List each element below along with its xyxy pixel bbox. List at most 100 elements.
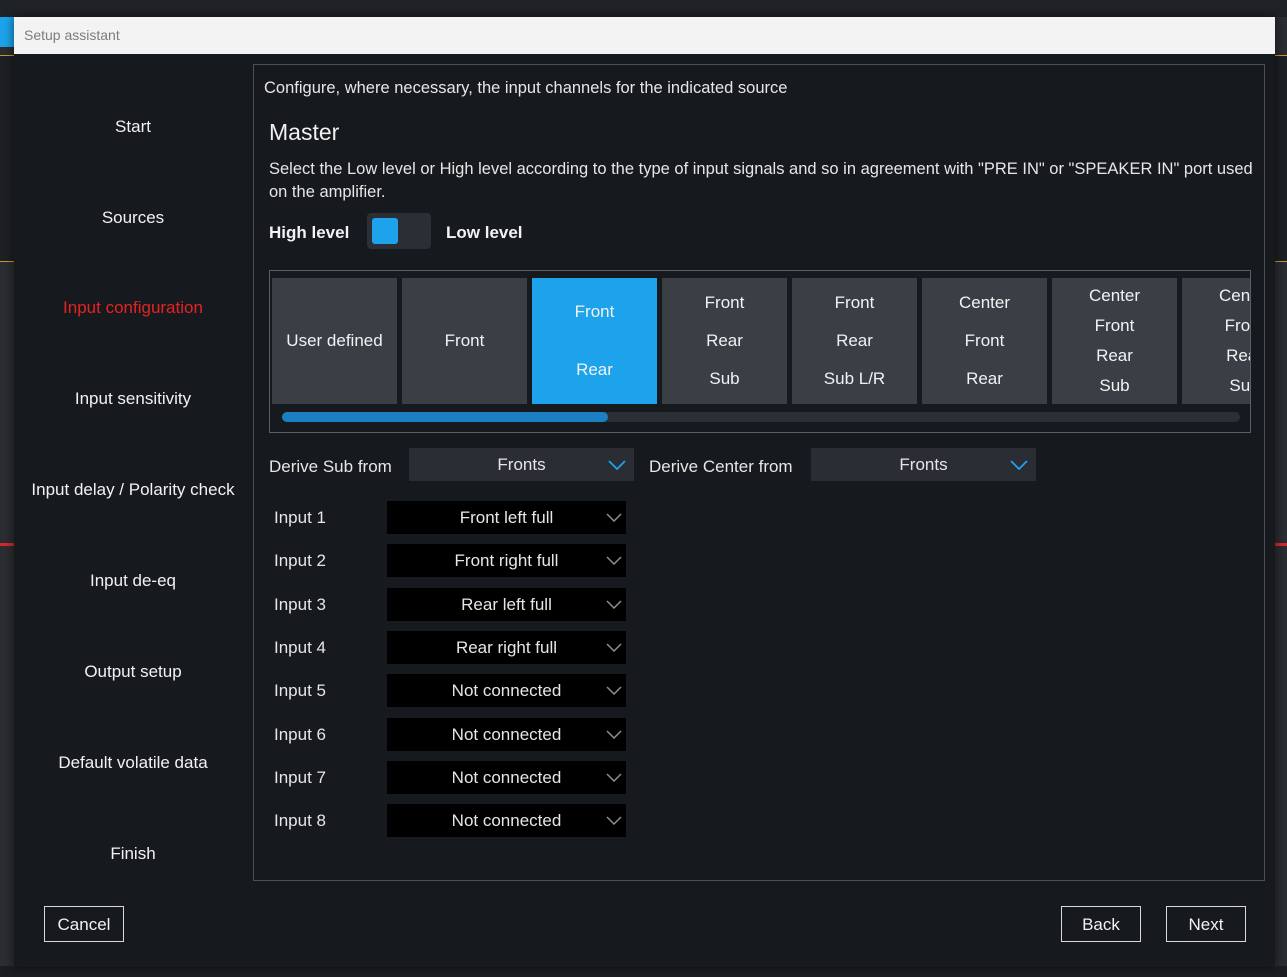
chevron-down-icon (608, 459, 626, 470)
step-input-sensitivity[interactable]: Input sensitivity (14, 389, 252, 409)
preset-option-line: Sub (1099, 376, 1130, 395)
input-channel-value: Not connected (451, 681, 562, 701)
background-right-panel (1275, 55, 1287, 262)
chevron-down-icon (606, 816, 622, 826)
step-finish[interactable]: Finish (14, 844, 252, 864)
toggle-knob (372, 218, 398, 244)
chevron-down-icon (606, 513, 622, 522)
level-toggle[interactable] (367, 213, 431, 249)
preset-option-line: Rear (706, 331, 743, 350)
preset-option-line: Front (1094, 316, 1135, 335)
preset-option-line: Rear (576, 360, 613, 379)
preset-option[interactable]: Center Front Rear Sub (1052, 278, 1177, 404)
input-channel-select[interactable]: Front right full (387, 544, 626, 578)
dialog-title: Setup assistant (14, 17, 1275, 54)
preset-option-line: Front (1224, 316, 1251, 335)
input-channel-select[interactable]: Not connected (387, 717, 626, 751)
back-button[interactable]: Back (1061, 906, 1141, 942)
preset-option[interactable]: Center Front Rear Sub (1182, 278, 1251, 404)
preset-option-line: Center (958, 293, 1011, 312)
level-description: Select the Low level or High level accor… (269, 160, 1253, 201)
input-channel-select[interactable]: Front left full (387, 501, 626, 534)
preset-option[interactable]: Front (402, 278, 527, 404)
background-bottom-strip (0, 966, 1287, 977)
step-input-configuration[interactable]: Input configuration (14, 298, 252, 318)
background-left-panel (0, 55, 14, 262)
high-level-label: High level (269, 223, 350, 242)
preset-option-line: Front (704, 293, 745, 312)
input-channel-value: Front left full (459, 508, 554, 527)
next-button[interactable]: Next (1166, 906, 1246, 942)
cancel-button[interactable]: Cancel (44, 906, 124, 942)
derive-center-label: Derive Center from (649, 457, 793, 476)
background-red-line (0, 543, 14, 546)
input-channel-select[interactable]: Not connected (387, 804, 626, 838)
preset-option-line: Center (1218, 286, 1251, 305)
input-channel-value: Rear left full (461, 594, 552, 614)
preset-option[interactable]: Front Rear Sub (662, 278, 787, 404)
preset-option-line: User defined (286, 331, 383, 350)
preset-option-line: Front (964, 331, 1005, 350)
step-sources[interactable]: Sources (14, 208, 252, 228)
step-default-volatile-data[interactable]: Default volatile data (14, 753, 252, 773)
chevron-down-icon (606, 643, 622, 652)
preset-option[interactable]: Front Rear (532, 278, 657, 404)
input-label: Input 1 (274, 508, 326, 527)
background-red-line (1275, 543, 1287, 546)
preset-option-line: Front (834, 293, 875, 312)
step-input-delay-polarity[interactable]: Input delay / Polarity check (14, 480, 252, 500)
chevron-down-icon (606, 729, 622, 739)
preset-row: User defined Front Front Rear Front Rear Sub Fr… (272, 278, 1251, 404)
preset-option-line: Rear (836, 331, 873, 350)
preset-option-line: Sub (709, 369, 740, 388)
step-input-de-eq[interactable]: Input de-eq (14, 571, 252, 591)
input-channel-value: Not connected (451, 724, 562, 744)
low-level-label: Low level (446, 223, 523, 242)
chevron-down-icon (606, 556, 622, 566)
preset-option[interactable]: User defined (272, 278, 397, 404)
preset-option-line: Sub (1229, 376, 1251, 395)
input-channel-value: Front right full (454, 551, 559, 571)
preset-option-line: Center (1088, 286, 1141, 305)
derive-sub-select[interactable]: Fronts (409, 448, 634, 481)
preset-scrollbar-thumb[interactable] (282, 412, 608, 422)
input-label: Input 5 (274, 681, 326, 701)
input-configuration-panel: Configure, where necessary, the input ch… (253, 64, 1265, 881)
input-channel-select[interactable]: Rear left full (387, 587, 626, 621)
chevron-down-icon (606, 686, 622, 696)
chevron-down-icon (606, 773, 622, 782)
preset-option-line: Front (444, 331, 485, 350)
preset-option-line: Rear (1226, 346, 1250, 365)
step-output-setup[interactable]: Output setup (14, 662, 252, 682)
input-channel-value: Rear right full (455, 637, 558, 657)
chevron-down-icon (606, 600, 622, 609)
input-label: Input 4 (274, 637, 326, 657)
channel-preset-selector: User defined Front Front Rear Front Rear Sub Fr… (269, 270, 1251, 433)
input-channel-select[interactable]: Not connected (387, 674, 626, 708)
setup-assistant-dialog: Setup assistant Start Sources Input conf… (14, 17, 1275, 967)
derive-center-value: Fronts (899, 455, 948, 474)
source-title: Master (269, 119, 340, 145)
background-accent-tab (0, 17, 14, 47)
preset-option-line: Rear (966, 369, 1003, 388)
input-label: Input 7 (274, 767, 326, 787)
input-label: Input 6 (274, 724, 326, 744)
input-label: Input 8 (274, 811, 326, 831)
preset-option-line: Rear (1096, 346, 1133, 365)
input-channel-value: Not connected (451, 811, 562, 831)
preset-scrollbar[interactable] (282, 412, 1240, 422)
derive-sub-label: Derive Sub from (269, 457, 392, 476)
preset-option-line: Front (574, 302, 615, 321)
input-channel-select[interactable]: Rear right full (387, 630, 626, 664)
input-label: Input 2 (274, 551, 326, 571)
wizard-steps-sidebar: Start Sources Input configuration Input … (14, 54, 252, 884)
preset-option[interactable]: Front Rear Sub L/R (792, 278, 917, 404)
step-start[interactable]: Start (14, 117, 252, 137)
input-channel-select[interactable]: Not connected (387, 760, 626, 794)
derive-center-select[interactable]: Fronts (811, 448, 1036, 481)
preset-option[interactable]: Center Front Rear (922, 278, 1047, 404)
input-label: Input 3 (274, 594, 326, 614)
preset-option-line: Sub L/R (823, 369, 886, 388)
derive-sub-value: Fronts (497, 455, 546, 474)
instruction-text: Configure, where necessary, the input ch… (264, 79, 788, 97)
